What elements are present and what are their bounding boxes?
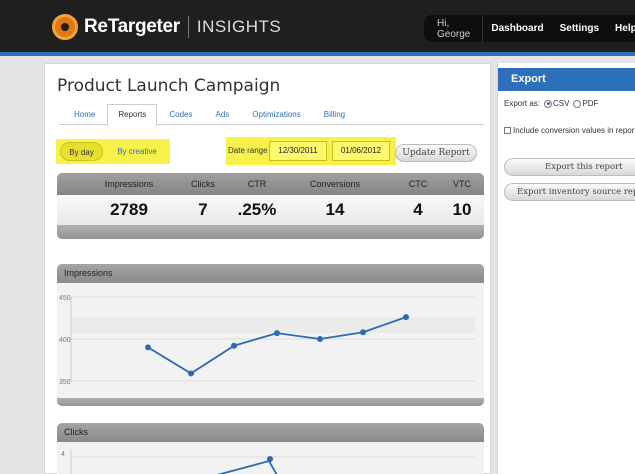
tab-home[interactable]: Home bbox=[59, 104, 106, 125]
data-point bbox=[188, 370, 194, 377]
export-inventory-button[interactable]: Export inventory source report bbox=[504, 183, 635, 201]
stat-value: 7 bbox=[198, 200, 208, 219]
y-tick-label: 400 bbox=[59, 337, 71, 344]
y-tick-label: 450 bbox=[59, 295, 71, 302]
csv-radio[interactable] bbox=[544, 99, 553, 108]
data-point bbox=[403, 314, 409, 321]
chart-band bbox=[71, 317, 475, 333]
date-range: Date range 12/30/2011 01/06/2012 bbox=[226, 137, 396, 165]
clicks-chart-title: Clicks bbox=[57, 423, 484, 442]
nav-help[interactable]: Help bbox=[607, 23, 635, 34]
page-title: Product Launch Campaign bbox=[57, 76, 281, 96]
include-conversion-checkbox[interactable] bbox=[504, 127, 511, 134]
stat-label: Clicks bbox=[191, 179, 215, 189]
export-title: Export bbox=[498, 68, 635, 91]
top-bar: ReTargeter INSIGHTS Hi, George Dashboard… bbox=[0, 0, 635, 56]
logo-mark-icon bbox=[52, 14, 78, 40]
user-nav: Hi, George Dashboard Settings Help bbox=[424, 15, 635, 42]
update-report-button[interactable]: Update Report bbox=[395, 144, 477, 162]
date-range-label: Date range bbox=[228, 146, 268, 155]
report-panel: Product Launch Campaign Home Reports Cod… bbox=[44, 63, 491, 474]
include-conversion-row: Include conversion values in report bbox=[504, 126, 635, 135]
data-point bbox=[145, 344, 151, 351]
clicks-series-line bbox=[217, 459, 278, 474]
data-point bbox=[231, 342, 237, 349]
pdf-label[interactable]: PDF bbox=[582, 99, 598, 108]
tab-reports[interactable]: Reports bbox=[107, 104, 158, 126]
data-point bbox=[267, 456, 273, 462]
export-report-button[interactable]: Export this report bbox=[504, 158, 635, 176]
brand-product: INSIGHTS bbox=[196, 17, 282, 36]
stats-summary: Impressions 2789 Clicks 7 CTR .25% Conve… bbox=[57, 173, 484, 245]
end-date-field[interactable]: 01/06/2012 bbox=[332, 141, 390, 161]
impressions-chart-body: 450 400 350 bbox=[57, 283, 484, 398]
data-point bbox=[360, 329, 366, 336]
y-tick-label: 350 bbox=[59, 379, 71, 386]
stat-value: 10 bbox=[452, 200, 472, 219]
y-tick-label: 4 bbox=[61, 451, 65, 458]
stat-label: CTC bbox=[408, 179, 428, 189]
start-date-field[interactable]: 12/30/2011 bbox=[269, 141, 327, 161]
stat-value: .25% bbox=[237, 200, 277, 219]
impressions-chart: Impressions 450 400 350 bbox=[57, 264, 484, 406]
export-format-row: Export as: CSV PDF bbox=[504, 99, 598, 108]
pdf-radio[interactable] bbox=[573, 99, 582, 108]
stat-value: 4 bbox=[413, 200, 423, 219]
tab-optimizations[interactable]: Optimizations bbox=[241, 104, 311, 125]
tab-ads[interactable]: Ads bbox=[204, 104, 240, 125]
stat-label: VTC bbox=[453, 179, 471, 189]
stat-value: 2789 bbox=[110, 200, 148, 219]
brand-name: ReTargeter bbox=[84, 16, 180, 37]
clicks-chart: Clicks 4 bbox=[57, 423, 484, 474]
brand-logo[interactable]: ReTargeter INSIGHTS bbox=[52, 14, 281, 40]
impressions-chart-svg: 450 400 350 bbox=[59, 295, 475, 386]
stat-label: CTR bbox=[247, 179, 267, 189]
data-point bbox=[317, 336, 323, 342]
clicks-chart-body: 4 bbox=[57, 442, 484, 474]
impressions-chart-title: Impressions bbox=[57, 264, 484, 283]
view-toggle: By day By creative bbox=[56, 139, 170, 164]
by-creative-toggle[interactable]: By creative bbox=[108, 142, 166, 161]
export-panel: Export Export as: CSV PDF Include conver… bbox=[497, 63, 635, 474]
tab-codes[interactable]: Codes bbox=[158, 104, 203, 125]
csv-label[interactable]: CSV bbox=[553, 99, 569, 108]
nav-dashboard[interactable]: Dashboard bbox=[483, 23, 551, 34]
tab-billing[interactable]: Billing bbox=[313, 104, 356, 125]
logo-divider bbox=[187, 16, 189, 38]
stats-footer-bar bbox=[57, 225, 484, 239]
user-greeting: Hi, George bbox=[424, 15, 484, 42]
stat-label: Impressions bbox=[104, 179, 154, 189]
data-point bbox=[274, 330, 280, 337]
impressions-chart-footer bbox=[57, 398, 484, 406]
stat-value: 14 bbox=[325, 200, 345, 219]
stat-label: Conversions bbox=[309, 179, 361, 189]
nav-settings[interactable]: Settings bbox=[552, 23, 607, 34]
report-tabs: Home Reports Codes Ads Optimizations Bil… bbox=[59, 104, 484, 126]
clicks-chart-svg: 4 bbox=[61, 450, 475, 474]
include-conversion-label[interactable]: Include conversion values in report bbox=[513, 126, 635, 135]
by-day-toggle[interactable]: By day bbox=[60, 142, 103, 161]
export-as-label: Export as: bbox=[504, 99, 541, 108]
